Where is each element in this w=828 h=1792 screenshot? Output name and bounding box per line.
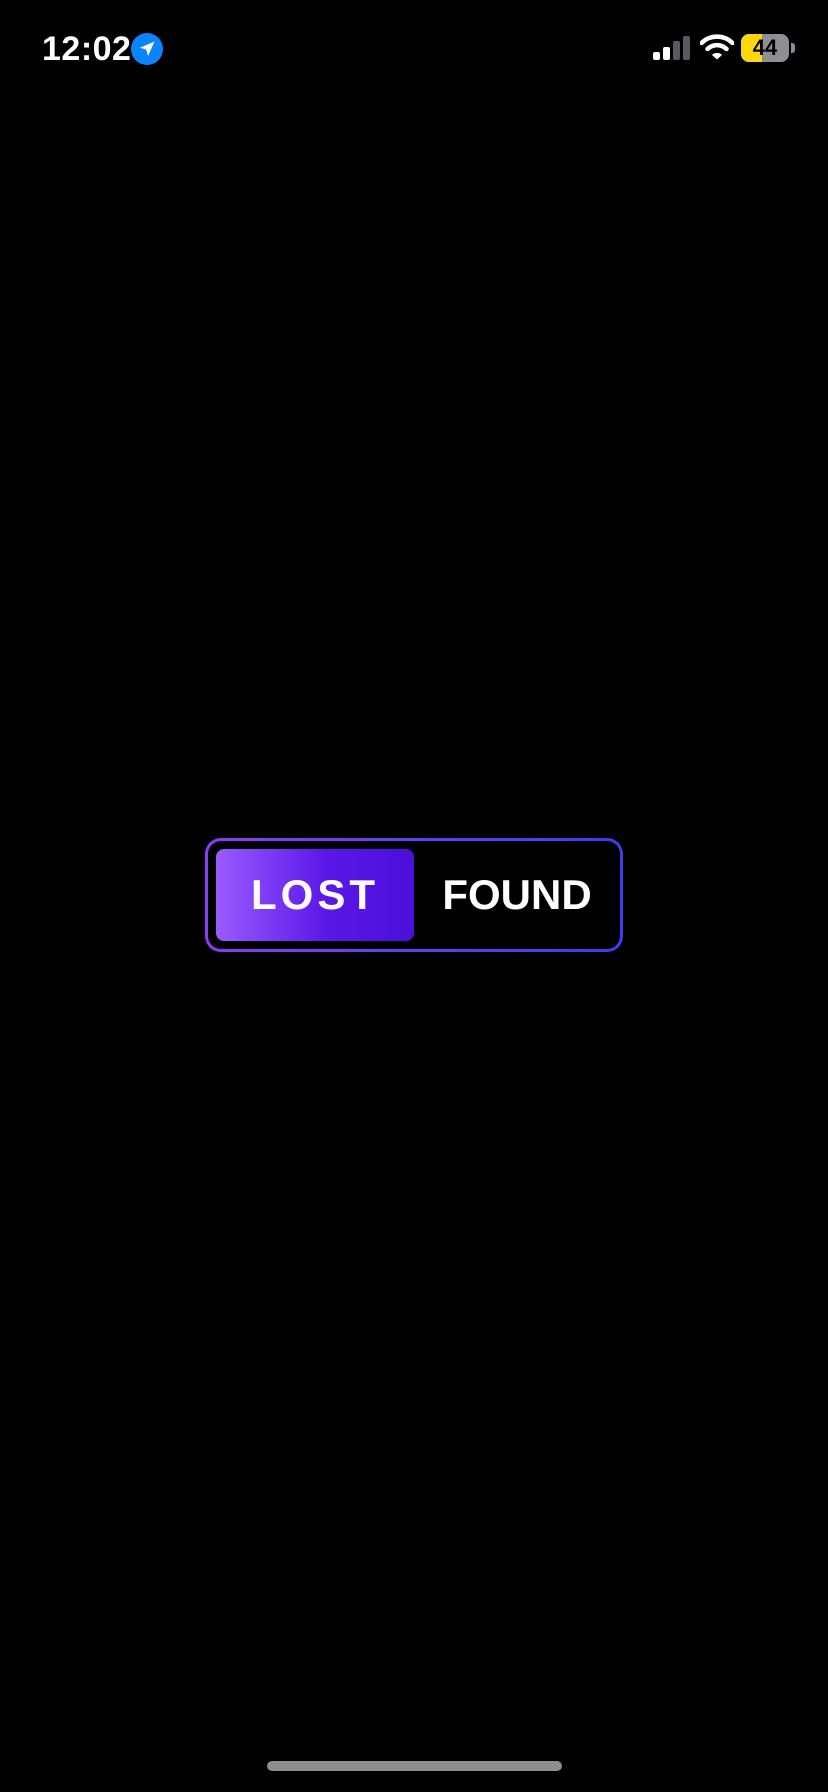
battery-level: 44 [752, 35, 778, 60]
location-arrow-icon [131, 33, 163, 65]
toggle-track: LOST FOUND [208, 841, 620, 949]
battery-cap [791, 43, 795, 53]
status-bar: 12:02 44 [0, 0, 828, 100]
home-indicator[interactable] [267, 1761, 562, 1771]
found-segment-button[interactable]: FOUND [418, 849, 616, 941]
found-segment-label: FOUND [442, 871, 592, 918]
lost-segment-button[interactable]: LOST [216, 849, 414, 941]
battery-body: 44 [741, 34, 789, 62]
lost-found-toggle: LOST FOUND [205, 838, 623, 952]
cellular-signal-icon [653, 36, 690, 60]
status-time: 12:02 [42, 30, 132, 68]
battery-indicator: 44 [741, 34, 795, 62]
wifi-icon [700, 34, 734, 60]
lost-segment-label: LOST [251, 871, 379, 918]
